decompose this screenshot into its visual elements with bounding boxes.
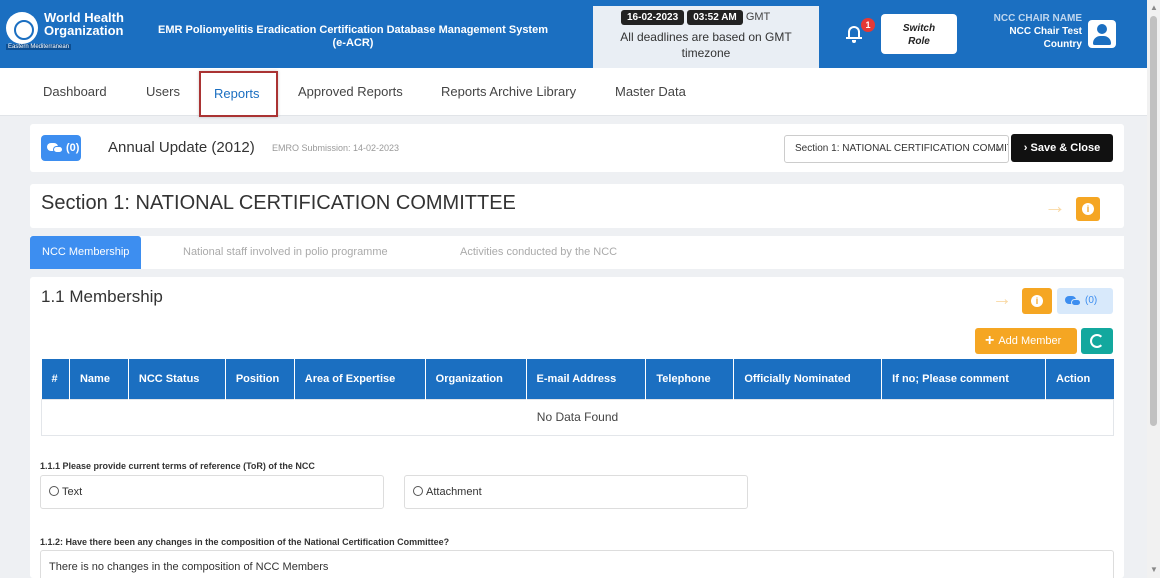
add-member-button[interactable]: + Add Member [975, 328, 1077, 354]
table-header-row: # Name NCC Status Position Area of Exper… [41, 359, 1114, 399]
membership-comments-button[interactable]: (0) [1057, 288, 1113, 314]
radio-button[interactable] [413, 486, 423, 496]
save-close-button[interactable]: › Save & Close [1011, 134, 1113, 162]
timezone-label: GMT [745, 11, 771, 23]
arrow-right-icon: → [1044, 193, 1066, 218]
col-email[interactable]: E-mail Address [526, 359, 647, 399]
tab-ncc-membership[interactable]: NCC Membership [30, 236, 142, 269]
scrollbar-thumb[interactable] [1150, 16, 1157, 426]
col-ncc-status[interactable]: NCC Status [128, 359, 226, 399]
membership-title: 1.1 Membership [41, 287, 163, 306]
who-logo[interactable]: World Health Organization Eastern Medite… [6, 8, 146, 58]
radio-button[interactable] [49, 486, 59, 496]
chevron-down-icon: ⌄ [993, 143, 1002, 154]
app-header: World Health Organization Eastern Medite… [0, 0, 1147, 68]
col-area-of-expertise[interactable]: Area of Expertise [294, 359, 426, 399]
deadline-note: All deadlines are based on GMT timezone [620, 30, 792, 60]
composition-change-answer[interactable]: There is no changes in the composition o… [40, 550, 1114, 578]
membership-info-button[interactable]: i [1022, 288, 1052, 314]
section-tabs: NCC Membership National staff involved i… [30, 236, 1124, 269]
user-country: Country [1043, 39, 1082, 50]
nav-reports[interactable]: Reports [199, 71, 278, 117]
time-badge: 03:52 AM [687, 10, 743, 25]
report-title: Annual Update (2012) [108, 139, 255, 156]
question-1-1-1: 1.1.1 Please provide current terms of re… [40, 461, 315, 471]
col-organization[interactable]: Organization [425, 359, 527, 399]
submission-date: EMRO Submission: 14-02-2023 [272, 143, 400, 153]
user-name: NCC Chair Test [1009, 26, 1082, 37]
switch-role-button[interactable]: Switch Role [881, 14, 957, 54]
tor-attachment-option[interactable]: Attachment [404, 475, 748, 509]
bell-icon[interactable] [846, 22, 862, 43]
who-emblem-icon [6, 12, 38, 44]
col-action: Action [1045, 359, 1114, 399]
scroll-down-icon[interactable]: ▼ [1150, 565, 1158, 574]
nav-reports-archive[interactable]: Reports Archive Library [441, 84, 576, 99]
nav-master-data[interactable]: Master Data [615, 84, 686, 99]
date-badge: 16-02-2023 [621, 10, 685, 25]
tab-national-staff[interactable]: National staff involved in polio program… [183, 236, 388, 269]
arrow-right-icon: → [992, 288, 1012, 310]
col-telephone[interactable]: Telephone [645, 359, 735, 399]
refresh-button[interactable] [1081, 328, 1113, 354]
section-select[interactable]: Section 1: NATIONAL CERTIFICATION COMMIT… [784, 135, 1009, 163]
col-officially-nominated[interactable]: Officially Nominated [733, 359, 883, 399]
scroll-up-icon[interactable]: ▲ [1150, 3, 1158, 12]
page-scrollbar[interactable]: ▲ ▼ [1147, 0, 1160, 578]
col-number[interactable]: # [41, 359, 70, 399]
table-row: No Data Found [41, 398, 1114, 436]
logo-text-line2: Organization [44, 23, 124, 38]
user-info: NCC CHAIR NAME NCC Chair Test Country [965, 12, 1082, 51]
user-role: NCC CHAIR NAME [993, 13, 1082, 24]
user-avatar-icon[interactable] [1088, 20, 1116, 48]
col-name[interactable]: Name [69, 359, 129, 399]
col-position[interactable]: Position [225, 359, 295, 399]
question-1-1-2: 1.1.2: Have there been any changes in th… [40, 537, 450, 547]
app-title: EMR Poliomyelitis Eradication Certificat… [158, 24, 548, 49]
info-icon: i [1082, 203, 1094, 215]
no-data-message: No Data Found [41, 398, 1114, 436]
logo-region: Eastern Mediterranean [6, 44, 72, 50]
info-icon: i [1031, 295, 1043, 307]
tor-text-option[interactable]: Text [40, 475, 384, 509]
section-info-button[interactable]: i [1076, 197, 1100, 221]
nav-approved-reports[interactable]: Approved Reports [298, 84, 403, 99]
notification-badge: 1 [861, 18, 875, 32]
section-title: Section 1: NATIONAL CERTIFICATION COMMIT… [41, 192, 516, 214]
col-comment[interactable]: If no; Please comment [881, 359, 1046, 399]
report-comments-button[interactable]: (0) [41, 135, 81, 161]
nav-dashboard[interactable]: Dashboard [43, 84, 107, 99]
main-nav: Dashboard Users Approved Reports Reports… [0, 68, 1147, 116]
tab-ncc-activities[interactable]: Activities conducted by the NCC [460, 236, 617, 269]
members-table: # Name NCC Status Position Area of Exper… [41, 359, 1114, 436]
nav-users[interactable]: Users [146, 84, 180, 99]
time-panel: 16-02-2023 03:52 AM GMT All deadlines ar… [593, 6, 819, 68]
plus-icon: + [985, 332, 995, 349]
